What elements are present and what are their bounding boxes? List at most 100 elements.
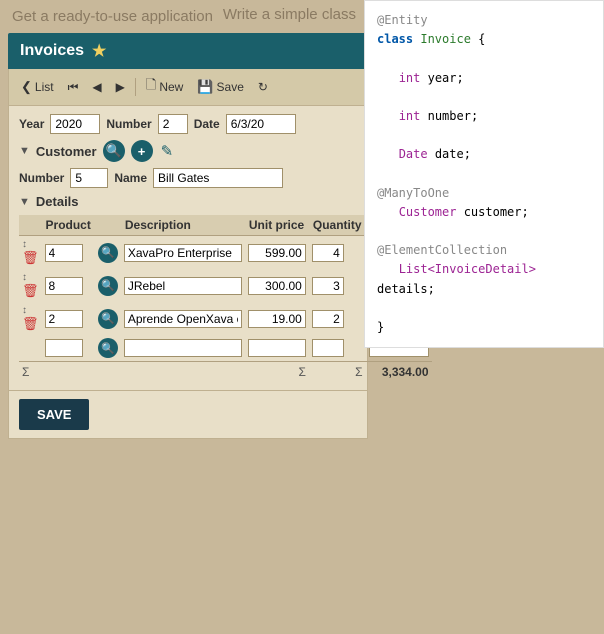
price-input-3[interactable] (248, 339, 306, 357)
sort-button-0[interactable]: ↕ (22, 239, 27, 250)
col-search-header (95, 215, 121, 236)
details-section-title: Details (36, 194, 79, 209)
delete-button-2[interactable]: 🗑 (22, 316, 39, 332)
toolbar-separator (135, 78, 136, 96)
code-line-5: Date date; (377, 145, 591, 164)
code-line-6: @ManyToOne (377, 184, 591, 203)
list-button[interactable]: ❮ List (15, 76, 60, 98)
first-button[interactable]: ⏮ (62, 77, 85, 98)
desc-input-3[interactable] (124, 339, 242, 357)
app-title: Invoices (20, 42, 84, 60)
new-label: New (159, 80, 183, 94)
list-icon: ❮ (21, 79, 32, 95)
product-input-3[interactable] (45, 339, 83, 357)
code-panel: @Entity class Invoice { int year; int nu… (364, 0, 604, 348)
row-search-button-0[interactable]: 🔍 (98, 243, 118, 263)
code-line-blank-5 (377, 222, 591, 241)
prev-icon: ◀ (92, 80, 101, 94)
qty-input-3[interactable] (312, 339, 344, 357)
sort-button-2[interactable]: ↕ (22, 305, 27, 316)
app-container: Invoices ★ ❮ List ⏮ ◀ ▶ 🗋 New 💾 Save ↻ (8, 33, 368, 439)
col-description-header: Description (121, 215, 245, 236)
col-qty-header: Quantity (309, 215, 366, 236)
row-search-button-1[interactable]: 🔍 (98, 276, 118, 296)
price-cell-2 (245, 302, 309, 335)
product-input-1[interactable] (45, 277, 83, 295)
row-actions-0: ↕ 🗑 (19, 236, 42, 270)
refresh-button[interactable]: ↻ (252, 77, 274, 97)
details-toggle[interactable]: ▼ (19, 196, 30, 208)
form-area: Year Number Date ▼ Customer 🔍 + ✎ Number… (8, 106, 368, 391)
delete-button-0[interactable]: 🗑 (22, 250, 39, 266)
delete-button-1[interactable]: 🗑 (22, 283, 39, 299)
customer-name-label: Name (114, 171, 147, 185)
details-section-header: ▼ Details (19, 194, 357, 209)
product-input-2[interactable] (45, 310, 83, 328)
code-line-blank-3 (377, 126, 591, 145)
code-description: Write a simple class (223, 6, 356, 23)
customer-fields-row: Number Name (19, 168, 357, 188)
sum-empty-2 (121, 362, 245, 383)
details-section: ▼ Details Product Description Unit price… (19, 194, 357, 382)
save-toolbar-button[interactable]: 💾 Save (191, 76, 250, 98)
qty-input-1[interactable] (312, 277, 344, 295)
row-search-button-3[interactable]: 🔍 (98, 338, 118, 358)
number-input[interactable] (158, 114, 188, 134)
product-cell-1 (42, 269, 95, 302)
desc-input-0[interactable] (124, 244, 242, 262)
row-search-button-2[interactable]: 🔍 (98, 309, 118, 329)
save-icon: 💾 (197, 79, 213, 95)
product-cell-2 (42, 302, 95, 335)
customer-toggle[interactable]: ▼ (19, 145, 30, 157)
price-input-1[interactable] (248, 277, 306, 295)
customer-number-label: Number (19, 171, 64, 185)
customer-search-button[interactable]: 🔍 (103, 140, 125, 162)
search-cell-3: 🔍 (95, 335, 121, 362)
product-cell-0 (42, 236, 95, 270)
next-icon: ▶ (116, 80, 125, 94)
sort-button-1[interactable]: ↕ (22, 272, 27, 283)
next-button[interactable]: ▶ (110, 77, 131, 97)
customer-add-button[interactable]: + (131, 140, 153, 162)
desc-input-2[interactable] (124, 310, 242, 328)
product-input-0[interactable] (45, 244, 83, 262)
code-line-9: List<InvoiceDetail> details; (377, 260, 591, 298)
row-actions-3 (19, 335, 42, 362)
price-input-2[interactable] (248, 310, 306, 328)
new-icon: 🗋 (146, 76, 156, 98)
product-cell-3 (42, 335, 95, 362)
code-line-blank-2 (377, 88, 591, 107)
new-button[interactable]: 🗋 New (140, 73, 189, 101)
qty-cell-0 (309, 236, 366, 270)
code-line-1: @Entity (377, 11, 591, 30)
qty-cell-3 (309, 335, 366, 362)
col-price-header: Unit price (245, 215, 309, 236)
customer-name-input[interactable] (153, 168, 283, 188)
price-input-0[interactable] (248, 244, 306, 262)
qty-input-0[interactable] (312, 244, 344, 262)
save-label: Save (217, 80, 244, 94)
search-cell-0: 🔍 (95, 236, 121, 270)
year-input[interactable] (50, 114, 100, 134)
qty-input-2[interactable] (312, 310, 344, 328)
desc-input-1[interactable] (124, 277, 242, 295)
save-main-button[interactable]: SAVE (19, 399, 89, 430)
title-bar: Invoices ★ (8, 33, 368, 69)
search-cell-1: 🔍 (95, 269, 121, 302)
list-label: List (35, 80, 54, 94)
year-label: Year (19, 117, 44, 131)
price-cell-3 (245, 335, 309, 362)
sum-empty-1 (95, 362, 121, 383)
search-cell-2: 🔍 (95, 302, 121, 335)
date-label: Date (194, 117, 220, 131)
customer-number-input[interactable] (70, 168, 108, 188)
price-cell-0 (245, 236, 309, 270)
refresh-icon: ↻ (258, 80, 268, 94)
date-input[interactable] (226, 114, 296, 134)
save-bar: SAVE (8, 391, 368, 439)
customer-section-title: Customer (36, 144, 97, 159)
favorite-icon[interactable]: ★ (92, 41, 106, 61)
customer-edit-button[interactable]: ✎ (159, 142, 176, 160)
toolbar: ❮ List ⏮ ◀ ▶ 🗋 New 💾 Save ↻ (8, 69, 368, 106)
prev-button[interactable]: ◀ (86, 77, 107, 97)
